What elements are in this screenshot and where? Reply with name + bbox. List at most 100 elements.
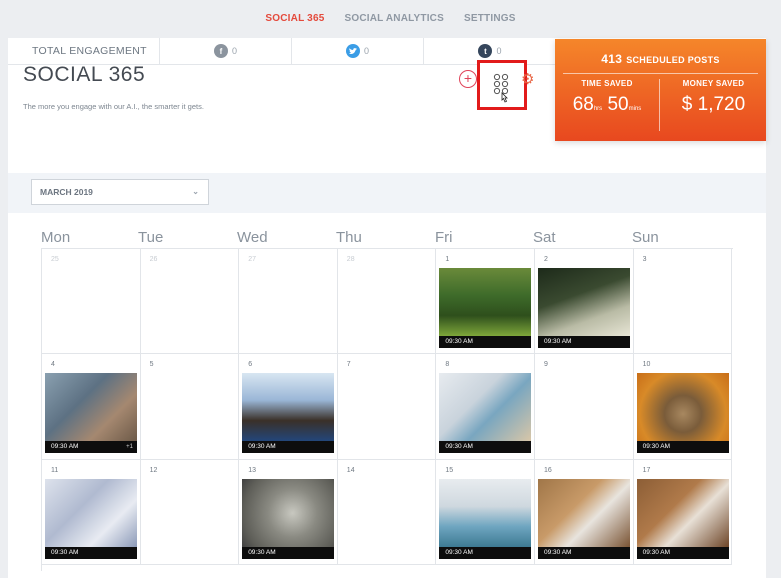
calendar-day[interactable]: 15 09:30 AM <box>436 459 535 565</box>
calendar-day[interactable]: 16 09:30 AM <box>535 459 634 565</box>
calendar-day[interactable]: 5 <box>140 354 240 460</box>
calendar-day[interactable]: 9 <box>535 354 634 460</box>
post-image-books <box>439 373 532 442</box>
weekday-sun: Sun <box>632 229 659 246</box>
day-number: 11 <box>51 466 59 474</box>
day-number: 16 <box>544 466 552 474</box>
gear-icon[interactable]: ⚙ <box>521 72 534 87</box>
calendar-day[interactable]: 27 <box>239 249 338 355</box>
top-nav: SOCIAL 365 SOCIAL ANALYTICS SETTINGS <box>0 0 781 36</box>
day-number: 27 <box>248 256 256 263</box>
calendar-day[interactable]: 12 <box>140 459 240 565</box>
time-saved: TIME SAVED 68hrs 50mins <box>555 79 660 131</box>
money-saved-label: MONEY SAVED <box>682 79 745 88</box>
calendar-day[interactable]: 3 <box>633 249 733 355</box>
calendar-day[interactable]: 26 <box>140 249 240 355</box>
scheduled-post[interactable]: 09:30 AM <box>636 373 729 454</box>
scheduled-post[interactable]: 09:30 AM <box>538 268 630 348</box>
post-time: 09:30 AM +1 <box>45 441 137 454</box>
post-time: 09:30 AM <box>242 441 335 454</box>
post-image-dollar <box>242 478 335 547</box>
facebook-icon: f <box>213 44 228 58</box>
calendar-day[interactable]: 2 09:30 AM <box>535 249 634 355</box>
stats-panel: 413 SCHEDULED POSTS TIME SAVED 68hrs 50mi… <box>555 39 766 141</box>
post-image-hot-spring <box>439 478 532 547</box>
money-saved-value: $ 1,720 <box>681 94 746 115</box>
calendar-day[interactable]: 1 09:30 AM <box>436 249 535 355</box>
calendar-day[interactable]: 6 09:30 AM <box>239 354 338 460</box>
calendar-day[interactable]: 25 <box>42 249 141 355</box>
chevron-down-icon: ⌄ <box>192 187 199 196</box>
post-time: 09:30 AM <box>439 546 532 559</box>
calendar-day[interactable]: 7 <box>337 354 437 460</box>
grid-view-button[interactable] <box>477 60 527 110</box>
day-number: 9 <box>544 361 548 369</box>
time-saved-value: 68hrs 50mins <box>555 94 659 116</box>
day-number: 15 <box>445 466 454 474</box>
scheduled-post[interactable]: 09:30 AM <box>45 478 137 559</box>
post-time: 09:30 AM <box>538 546 630 559</box>
day-number: 26 <box>149 256 158 263</box>
day-number: 6 <box>248 361 253 369</box>
day-number: 3 <box>642 256 647 263</box>
day-number: 8 <box>445 361 450 369</box>
calendar-day[interactable]: 13 09:30 AM <box>239 459 338 565</box>
weekday-tue: Tue <box>138 229 164 246</box>
scheduled-post[interactable]: 09:30 AM <box>439 268 532 348</box>
day-number: 14 <box>346 466 355 474</box>
twitter-engagement: 0 <box>292 38 424 64</box>
day-number: 13 <box>248 466 256 474</box>
weekday-fri: Fri <box>435 229 453 246</box>
day-number: 7 <box>346 361 351 369</box>
day-number: 17 <box>642 466 651 474</box>
month-select[interactable]: MARCH 2019 ⌄ <box>31 179 209 205</box>
scheduled-posts: 413 SCHEDULED POSTS <box>555 39 766 66</box>
post-image-couple-bench <box>45 373 137 442</box>
day-number: 10 <box>642 361 651 369</box>
post-image-desk-top <box>538 478 630 547</box>
post-image-dog <box>636 373 729 442</box>
facebook-engagement: f 0 <box>160 38 292 64</box>
scheduled-post[interactable]: 09:30 AM <box>636 478 729 559</box>
post-image-grass <box>538 268 630 336</box>
day-number: 25 <box>51 256 59 263</box>
nav-social-365[interactable]: SOCIAL 365 <box>265 13 324 24</box>
calendar-day[interactable]: 4 09:30 AM +1 <box>42 354 141 460</box>
calendar-day[interactable]: 11 09:30 AM <box>42 459 141 565</box>
post-image-coffee <box>636 478 729 547</box>
calendar-day[interactable]: 14 <box>337 459 437 565</box>
scheduled-post[interactable]: 09:30 AM <box>242 373 335 454</box>
page-subtitle: The more you engage with our A.I., the s… <box>23 102 204 111</box>
time-hours-unit: hrs <box>593 106 603 112</box>
scheduled-post[interactable]: 09:30 AM <box>439 478 532 559</box>
time-hours: 68 <box>572 94 594 115</box>
calendar-day[interactable]: 28 <box>337 249 437 355</box>
day-number: 2 <box>544 256 548 263</box>
calendar-day[interactable]: 8 09:30 AM <box>436 354 535 460</box>
calendar-grid: 25 26 27 28 1 09:30 AM 2 09:30 AM 3 4 09:30 AM +1 5 6… <box>41 248 733 571</box>
post-time: 09:30 AM <box>636 546 729 559</box>
scheduled-post[interactable]: 09:30 AM +1 <box>45 373 137 454</box>
nav-settings[interactable]: SETTINGS <box>464 13 516 24</box>
post-time: 09:30 AM <box>439 441 532 454</box>
post-time: 09:30 AM <box>242 546 335 559</box>
calendar-day[interactable]: 17 09:30 AM <box>633 459 733 565</box>
calendar-day[interactable]: 10 09:30 AM <box>633 354 733 460</box>
day-number: 28 <box>346 256 355 263</box>
scheduled-post[interactable]: 09:30 AM <box>242 478 335 559</box>
scheduled-post[interactable]: 09:30 AM <box>439 373 532 454</box>
add-post-button[interactable]: + <box>459 70 477 88</box>
twitter-icon <box>345 44 360 58</box>
scheduled-count: 413 <box>601 52 623 66</box>
post-time: 09:30 AM <box>45 546 137 559</box>
page-title: SOCIAL 365 <box>23 63 146 86</box>
post-time: 09:30 AM <box>538 336 630 348</box>
time-minutes-unit: mins <box>628 106 642 112</box>
nav-social-analytics[interactable]: SOCIAL ANALYTICS <box>344 13 444 24</box>
day-number: 5 <box>149 361 154 369</box>
month-select-value: MARCH 2019 <box>40 187 93 197</box>
money-saved: MONEY SAVED $ 1,720 <box>661 79 766 116</box>
weekday-sat: Sat <box>533 229 556 246</box>
tumblr-count: 0 <box>496 46 502 56</box>
scheduled-post[interactable]: 09:30 AM <box>538 478 630 559</box>
